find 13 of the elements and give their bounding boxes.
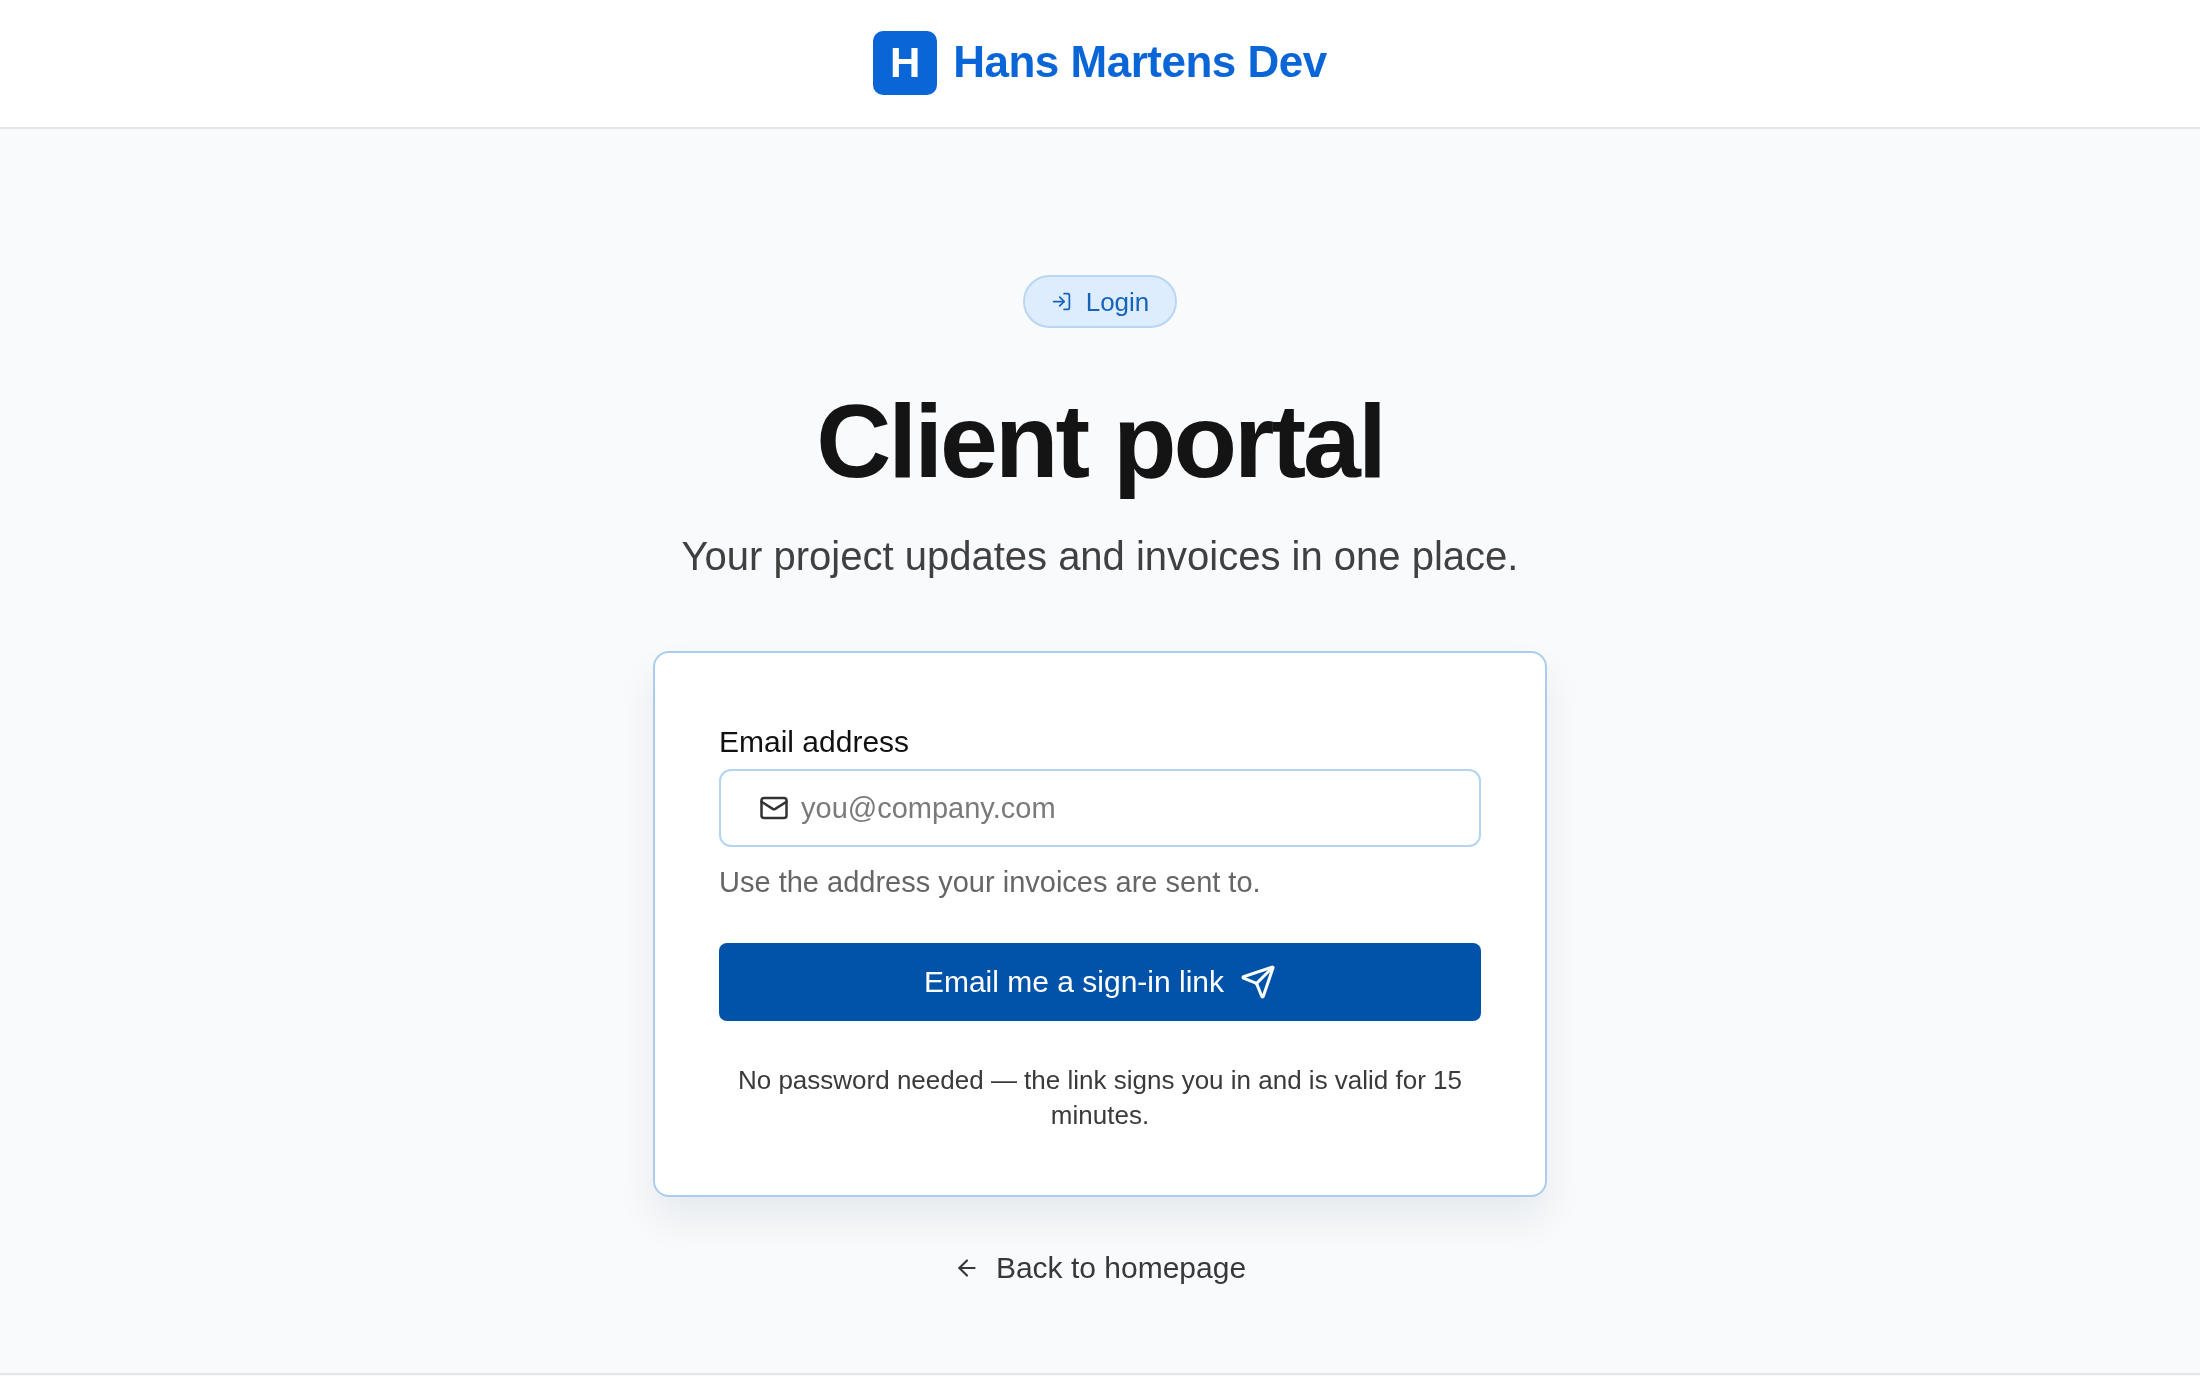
logo-mark: H [873,30,938,95]
login-icon [1050,291,1072,312]
page-subtitle: Your project updates and invoices in one place. [681,533,1519,581]
login-badge: Login [1022,275,1178,328]
email-field[interactable]: you@company.com [719,769,1481,848]
field-label: Email address [719,724,910,761]
sign-in-link-button[interactable]: Email me a sign-in link [719,943,1481,1022]
field-hint: Use the address your invoices are sent to. [719,865,1261,901]
back-link[interactable]: Back to homepage [953,1250,1247,1287]
brand-name: Hans Martens Dev [953,38,1327,87]
paper-plane-icon [1240,964,1277,1001]
page-title: Client portal [816,384,1384,499]
info-note: No password needed — the link signs you in and is valid for 15 minutes. [736,1064,1464,1133]
